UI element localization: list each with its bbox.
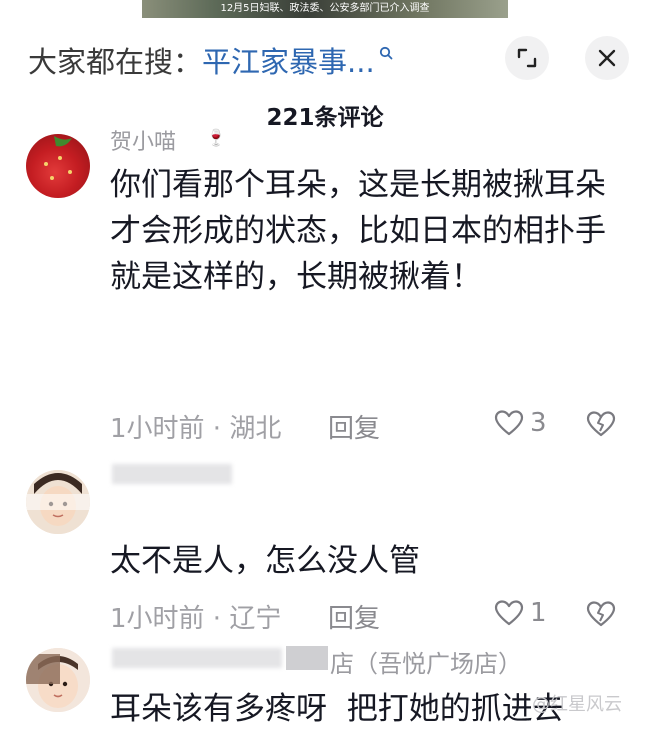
comment-text: 太不是人，怎么没人管 bbox=[110, 543, 420, 579]
comment-count-title: 221条评论 bbox=[266, 105, 384, 131]
comment-item: 太不是人，怎么没人管 1小时前 · 辽宁 回复 1 bbox=[0, 464, 650, 634]
like-button[interactable]: 1 bbox=[494, 598, 547, 628]
child-avatar-image bbox=[26, 470, 90, 534]
close-button[interactable] bbox=[585, 36, 629, 80]
expand-icon bbox=[517, 48, 537, 68]
comments-sheet: 大家都在搜： 平江家暴事... 221条评论 贺小喵 🍷 你们看那个耳朵，这是长… bbox=[0, 18, 650, 746]
video-preview-strip: 12月5日妇联、政法委、公安多部门已介入调查 bbox=[0, 0, 650, 18]
baby-avatar-image bbox=[26, 648, 90, 712]
comment-username[interactable]: 贺小喵 bbox=[110, 124, 176, 156]
like-count: 3 bbox=[530, 408, 547, 438]
redaction-box bbox=[286, 646, 328, 670]
like-button[interactable]: 3 bbox=[494, 408, 547, 438]
heart-outline-icon bbox=[494, 410, 524, 436]
reply-button[interactable]: 回复 bbox=[328, 408, 380, 445]
reply-button[interactable]: 回复 bbox=[328, 598, 380, 635]
like-count: 1 bbox=[530, 598, 547, 628]
comment-time-location: 1小时前 · 辽宁 bbox=[110, 604, 282, 634]
video-thumbnail[interactable]: 12月5日妇联、政法委、公安多部门已介入调查 bbox=[142, 0, 508, 18]
wine-glass-icon: 🍷 bbox=[206, 128, 226, 147]
blurred-username bbox=[112, 648, 282, 668]
search-icon[interactable] bbox=[379, 46, 393, 60]
search-term-link[interactable]: 平江家暴事... bbox=[202, 39, 375, 81]
comment-time-location: 1小时前 · 湖北 bbox=[110, 414, 282, 444]
watermark: @红星风云 bbox=[532, 694, 622, 715]
heart-outline-icon bbox=[494, 600, 524, 626]
comment-text: 你们看那个耳朵，这是长期被揪耳朵才会形成的状态，比如日本的相扑手就是这样的，长期… bbox=[110, 167, 606, 295]
video-caption: 12月5日妇联、政法委、公安多部门已介入调查 bbox=[220, 3, 430, 14]
broken-heart-icon[interactable] bbox=[586, 600, 616, 628]
close-icon bbox=[598, 49, 616, 67]
strawberry-avatar-image bbox=[44, 136, 72, 180]
expand-button[interactable] bbox=[505, 36, 549, 80]
avatar[interactable] bbox=[26, 134, 90, 198]
broken-heart-icon[interactable] bbox=[586, 410, 616, 438]
blurred-username bbox=[112, 464, 232, 484]
comment-username[interactable]: 店（吾悦广场店） bbox=[330, 644, 522, 679]
search-suggestion[interactable]: 大家都在搜： 平江家暴事... bbox=[28, 40, 393, 80]
search-prefix: 大家都在搜： bbox=[28, 45, 203, 79]
avatar[interactable] bbox=[26, 470, 90, 534]
avatar[interactable] bbox=[26, 648, 90, 712]
comment-item: 贺小喵 🍷 你们看那个耳朵，这是长期被揪耳朵才会形成的状态，比如日本的相扑手就是… bbox=[0, 128, 650, 454]
